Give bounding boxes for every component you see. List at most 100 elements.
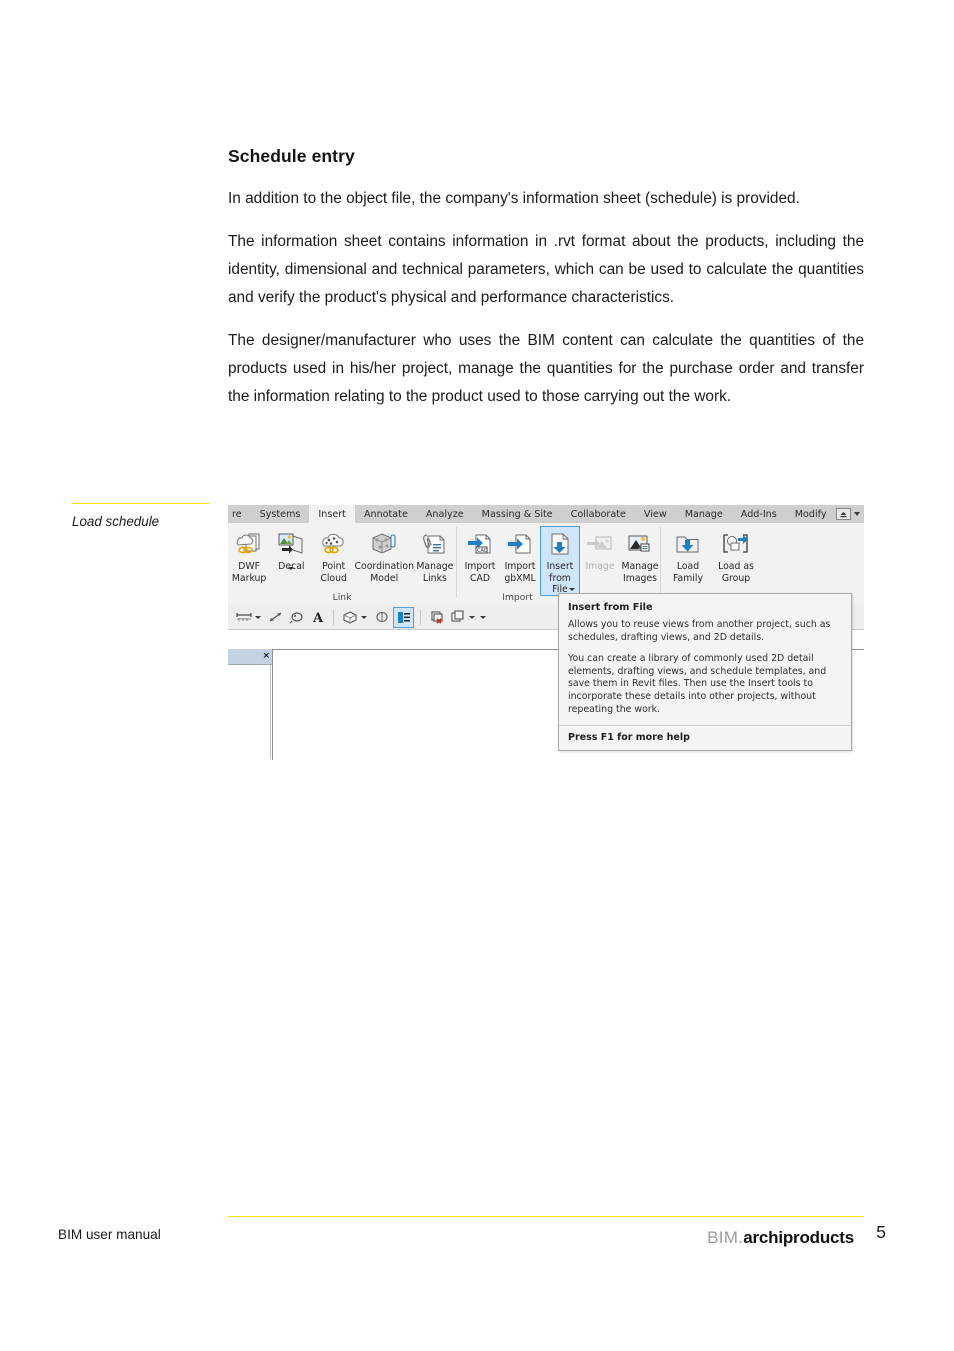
paragraph-3: The designer/manufacturer who uses the B… bbox=[228, 332, 864, 405]
load-family-label-2: Family bbox=[673, 573, 703, 584]
image-icon bbox=[585, 529, 615, 560]
dwf-markup-label-2: Markup bbox=[231, 573, 267, 584]
revit-screenshot: re Systems Insert Annotate Analyze Massi… bbox=[228, 505, 864, 760]
load-as-group-button[interactable]: Load as Group bbox=[712, 526, 760, 584]
section-box-dropdown-icon[interactable] bbox=[361, 615, 367, 619]
manage-links-label-2: Links bbox=[422, 573, 447, 584]
coordination-model-button[interactable]: Coordination Model bbox=[355, 526, 414, 584]
import-gbxml-label-1: Import bbox=[504, 561, 536, 572]
ribbon-tab-insert[interactable]: Insert bbox=[309, 505, 355, 523]
point-cloud-icon bbox=[319, 529, 349, 560]
tooltip-paragraph-2: You can create a library of commonly use… bbox=[568, 653, 827, 715]
panel-label-link: Link bbox=[332, 592, 352, 603]
coordination-model-label-2: Model bbox=[370, 573, 399, 584]
toolbar-separator-2 bbox=[420, 609, 421, 625]
align-dimension-icon[interactable] bbox=[234, 608, 253, 627]
caption-label: Load schedule bbox=[72, 514, 160, 529]
tooltip-body: Insert from File Allows you to reuse vie… bbox=[559, 594, 851, 725]
insert-from-file-dropdown-icon[interactable] bbox=[569, 588, 575, 591]
footer-rule bbox=[228, 1216, 864, 1217]
tooltip-help-hint: Press F1 for more help bbox=[559, 725, 851, 750]
ribbon-tab-annotate[interactable]: Annotate bbox=[355, 505, 417, 523]
paragraph-2: The information sheet contains informati… bbox=[228, 233, 864, 306]
load-family-label-1: Load bbox=[676, 561, 700, 572]
dwf-markup-icon bbox=[234, 529, 264, 560]
import-cad-button[interactable]: CAD Import CAD bbox=[460, 526, 500, 584]
image-label: Image bbox=[585, 561, 615, 572]
point-cloud-button[interactable]: Point Cloud bbox=[313, 526, 355, 584]
panel-separator-2 bbox=[660, 527, 661, 597]
caption-rule bbox=[72, 503, 210, 504]
hide-element-icon[interactable] bbox=[372, 608, 391, 627]
svg-text:A: A bbox=[312, 611, 324, 624]
point-cloud-label-2: Cloud bbox=[320, 573, 347, 584]
tag-icon[interactable] bbox=[287, 608, 306, 627]
ribbon-tab-analyze[interactable]: Analyze bbox=[417, 505, 473, 523]
manage-images-icon bbox=[625, 529, 655, 560]
logo-prefix: BIM. bbox=[707, 1228, 744, 1247]
page-title: Schedule entry bbox=[228, 146, 355, 166]
ribbon-tab-view[interactable]: View bbox=[635, 505, 676, 523]
ribbon-tab-add-ins[interactable]: Add-Ins bbox=[732, 505, 786, 523]
close-hidden-icon[interactable] bbox=[427, 608, 446, 627]
insert-from-file-tooltip: Insert from File Allows you to reuse vie… bbox=[558, 593, 852, 752]
dwf-markup-button[interactable]: DWF Markup bbox=[228, 526, 270, 584]
load-as-group-label-2: Group bbox=[721, 573, 751, 584]
import-cad-icon: CAD bbox=[465, 529, 495, 560]
manage-images-button[interactable]: Manage Images bbox=[620, 526, 660, 584]
load-family-button[interactable]: Load Family bbox=[664, 526, 712, 584]
text-icon[interactable]: A bbox=[308, 608, 327, 627]
load-as-group-label-1: Load as bbox=[718, 561, 754, 572]
panel-separator-1 bbox=[456, 527, 457, 597]
manage-links-icon bbox=[420, 529, 450, 560]
ribbon-tab-systems[interactable]: Systems bbox=[251, 505, 310, 523]
import-cad-label-1: Import bbox=[464, 561, 496, 572]
tooltip-paragraph-1: Allows you to reuse views from another p… bbox=[568, 619, 831, 643]
ribbon-minimize-control[interactable] bbox=[835, 505, 864, 523]
manage-links-label-1: Manage bbox=[416, 561, 454, 572]
insert-from-file-button[interactable]: Insert from File bbox=[540, 526, 580, 596]
document-body: Schedule entry In addition to the object… bbox=[228, 146, 864, 411]
manage-images-label-1: Manage bbox=[621, 561, 659, 572]
ribbon-tab-massing-site[interactable]: Massing & Site bbox=[473, 505, 562, 523]
project-browser-header: × bbox=[228, 649, 273, 665]
toolbar-separator-1 bbox=[333, 609, 334, 625]
load-family-icon bbox=[673, 529, 703, 560]
import-gbxml-button[interactable]: Import gbXML bbox=[500, 526, 540, 584]
coordination-model-icon bbox=[369, 529, 399, 560]
chevron-down-icon[interactable] bbox=[853, 512, 860, 516]
tooltip-title: Insert from File bbox=[568, 602, 653, 613]
close-icon[interactable]: × bbox=[262, 652, 270, 661]
archiproducts-logo: BIM.archiproducts bbox=[707, 1228, 854, 1248]
paragraph-1: In addition to the object file, the comp… bbox=[228, 190, 800, 207]
measure-icon[interactable] bbox=[266, 608, 285, 627]
ribbon-tab-collaborate[interactable]: Collaborate bbox=[562, 505, 635, 523]
load-as-group-icon bbox=[721, 529, 751, 560]
coordination-model-label-1: Coordination bbox=[354, 561, 414, 572]
ribbon-tab-modify[interactable]: Modify bbox=[786, 505, 836, 523]
footer-document-title: BIM user manual bbox=[58, 1227, 161, 1242]
image-button: Image bbox=[580, 526, 620, 572]
insert-from-file-icon bbox=[545, 529, 575, 560]
manage-links-button[interactable]: Manage Links bbox=[414, 526, 456, 584]
project-browser-body[interactable] bbox=[228, 665, 271, 759]
switch-window-dropdown-icon[interactable] bbox=[469, 615, 475, 619]
ribbon-tab-manage[interactable]: Manage bbox=[676, 505, 732, 523]
ribbon-tab-strip: re Systems Insert Annotate Analyze Massi… bbox=[228, 505, 864, 523]
manage-images-label-2: Images bbox=[623, 573, 657, 584]
align-dimension-dropdown-icon[interactable] bbox=[255, 615, 261, 619]
section-box-icon[interactable] bbox=[340, 608, 359, 627]
visibility-graphics-icon[interactable] bbox=[393, 606, 414, 628]
overflow-icon[interactable] bbox=[480, 615, 486, 619]
dwf-markup-label-1: DWF bbox=[238, 561, 260, 572]
ribbon-minimize-icon[interactable] bbox=[835, 508, 851, 520]
decal-dropdown-icon[interactable] bbox=[288, 567, 295, 570]
decal-button[interactable]: Decal bbox=[270, 526, 312, 572]
switch-window-icon[interactable] bbox=[448, 608, 467, 627]
ribbon-tab-architecture[interactable]: re bbox=[228, 505, 251, 523]
page-number: 5 bbox=[876, 1222, 886, 1242]
import-gbxml-icon bbox=[505, 529, 535, 560]
ribbon-panel-link: DWF Markup Decal Point Cloud Coordinatio… bbox=[228, 523, 456, 605]
import-cad-label-2: CAD bbox=[469, 573, 490, 584]
import-gbxml-label-2: gbXML bbox=[504, 573, 536, 584]
